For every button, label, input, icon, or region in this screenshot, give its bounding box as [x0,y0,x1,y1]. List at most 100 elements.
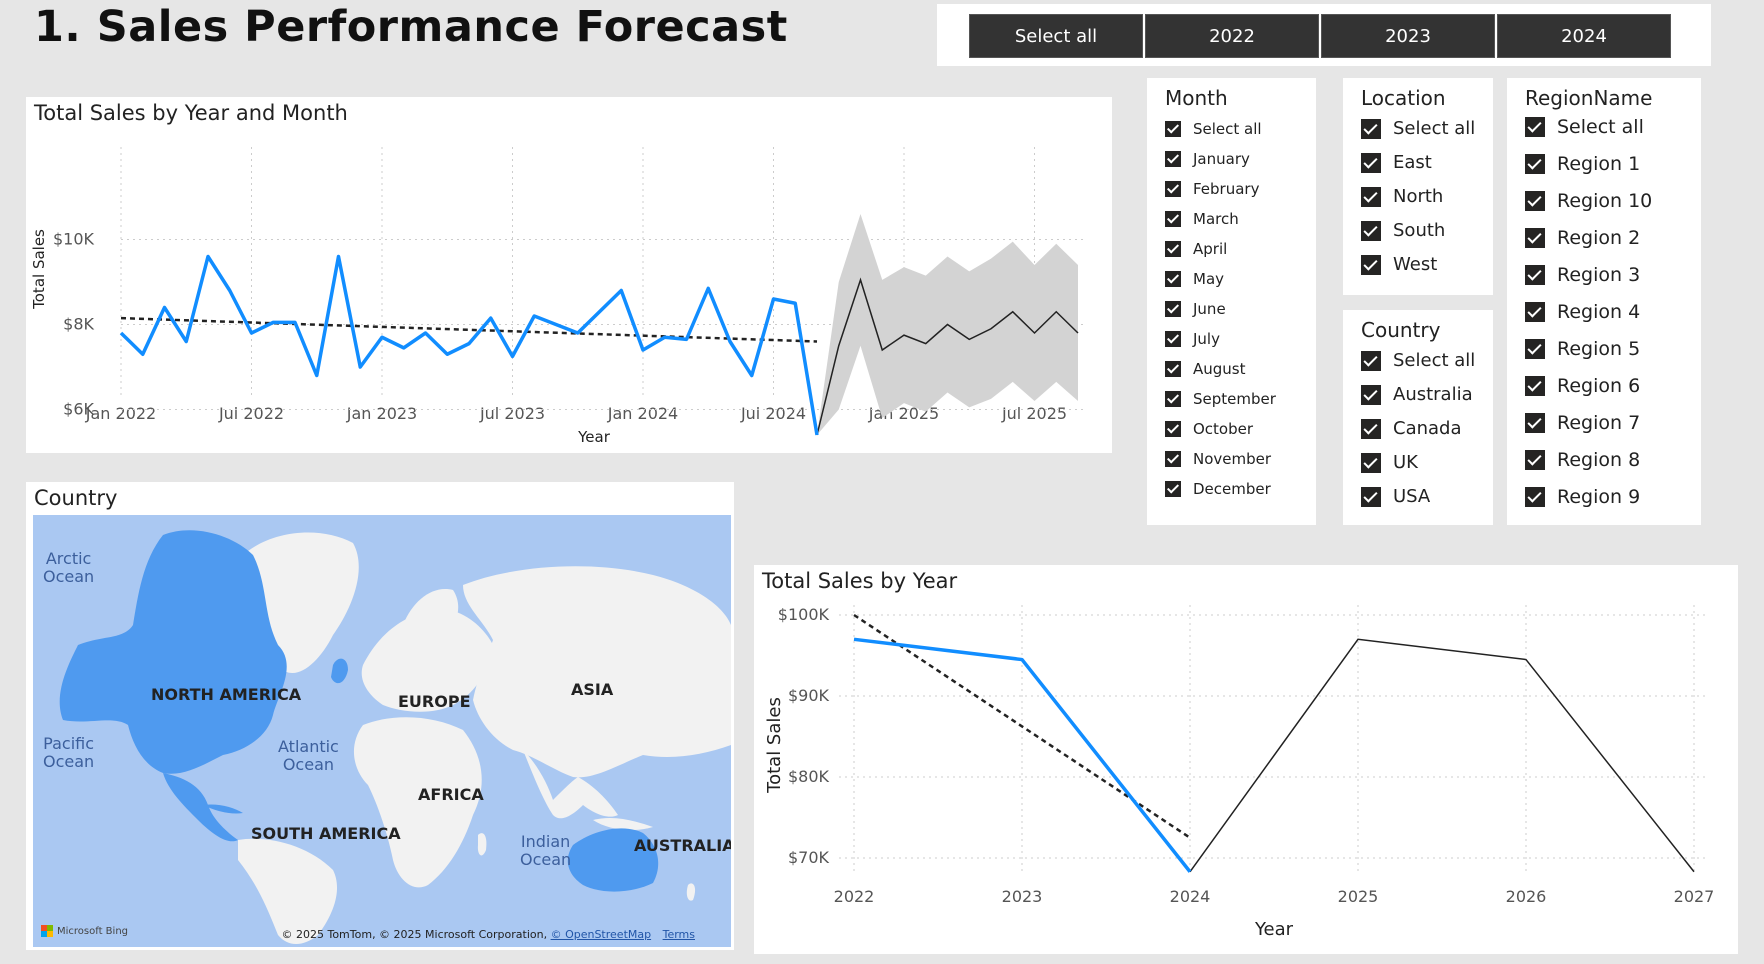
yearly-sales-chart[interactable]: 2022 2023 2024 2025 2026 2027 $70K $80K $90K $100… [754,565,1738,954]
country-slicer-item[interactable]: Canada [1361,418,1462,439]
checkbox-checked-icon[interactable] [1165,361,1181,377]
country-slicer: Country Select all Australia Canada UK USA [1343,310,1493,525]
y-tick-label: $80K [788,767,830,786]
location-slicer-item[interactable]: South [1361,220,1445,241]
checkbox-checked-icon[interactable] [1525,228,1545,248]
checkbox-checked-icon[interactable] [1165,151,1181,167]
checkbox-checked-icon[interactable] [1361,118,1381,139]
checkbox-checked-icon[interactable] [1165,391,1181,407]
region-slicer-item[interactable]: Region 3 [1525,264,1640,286]
checkbox-checked-icon[interactable] [1525,117,1545,137]
location-slicer-item[interactable]: North [1361,186,1443,207]
country-slicer-item[interactable]: UK [1361,452,1418,473]
month-slicer-item[interactable]: December [1165,480,1271,498]
region-slicer-item[interactable]: Region 9 [1525,486,1640,508]
checkbox-checked-icon[interactable] [1525,302,1545,322]
checkbox-checked-icon[interactable] [1525,265,1545,285]
monthly-sales-chart[interactable]: Jan 2022 Jul 2022 Jan 2023 Jul 2023 Jan 2024… [26,97,1112,453]
month-slicer-item[interactable]: July [1165,330,1220,348]
checkbox-checked-icon[interactable] [1165,481,1181,497]
checkbox-checked-icon[interactable] [1361,452,1381,473]
checkbox-checked-icon[interactable] [1165,121,1181,137]
region-slicer-item-label: Region 10 [1557,190,1653,212]
continent-label-south-america: SOUTH AMERICA [251,824,401,843]
ocean-label-atlantic: Atlantic Ocean [278,737,339,774]
month-slicer-item-label: March [1193,210,1239,228]
country-slicer-item[interactable]: Select all [1361,350,1475,371]
month-slicer-item[interactable]: September [1165,390,1276,408]
location-slicer-item[interactable]: East [1361,152,1432,173]
continent-label-north-america: NORTH AMERICA [151,685,302,704]
month-slicer-item-label: September [1193,390,1276,408]
checkbox-checked-icon[interactable] [1165,331,1181,347]
country-map-card: Country Arctic Ocean Pacific Ocean Atlan… [26,482,734,950]
month-slicer-item[interactable]: January [1165,150,1250,168]
checkbox-checked-icon[interactable] [1525,339,1545,359]
month-slicer-item[interactable]: February [1165,180,1259,198]
region-slicer-item[interactable]: Select all [1525,116,1644,138]
region-slicer-item-label: Region 1 [1557,153,1641,175]
y-tick-label: $8K [63,315,94,334]
checkbox-checked-icon[interactable] [1165,271,1181,287]
month-slicer-item[interactable]: Select all [1165,120,1262,138]
month-slicer-item[interactable]: May [1165,270,1224,288]
checkbox-checked-icon[interactable] [1361,220,1381,241]
region-slicer-item[interactable]: Region 8 [1525,449,1640,471]
checkbox-checked-icon[interactable] [1525,487,1545,507]
checkbox-checked-icon[interactable] [1361,350,1381,371]
terms-link[interactable]: Terms [663,928,695,941]
year-button-2024[interactable]: 2024 [1497,14,1671,58]
checkbox-checked-icon[interactable] [1525,413,1545,433]
region-slicer-item[interactable]: Region 6 [1525,375,1640,397]
month-slicer-item[interactable]: August [1165,360,1246,378]
checkbox-checked-icon[interactable] [1165,241,1181,257]
location-slicer-item[interactable]: Select all [1361,118,1475,139]
page-title: 1. Sales Performance Forecast [34,2,788,52]
checkbox-checked-icon[interactable] [1361,486,1381,507]
year-button-2022[interactable]: 2022 [1145,14,1319,58]
month-slicer-item[interactable]: June [1165,300,1226,318]
region-slicer-item[interactable]: Region 7 [1525,412,1640,434]
region-slicer-item-label: Region 9 [1557,486,1641,508]
map-credit-text: © 2025 TomTom, © 2025 Microsoft Corporat… [281,928,551,941]
x-tick-label: 2025 [1338,887,1379,906]
country-slicer-item-label: Select all [1393,350,1476,371]
checkbox-checked-icon[interactable] [1165,301,1181,317]
world-map[interactable]: Arctic Ocean Pacific Ocean Atlantic Ocean I… [33,515,731,947]
region-slicer-item[interactable]: Region 10 [1525,190,1652,212]
checkbox-checked-icon[interactable] [1361,418,1381,439]
region-slicer-item[interactable]: Region 2 [1525,227,1640,249]
country-slicer-item[interactable]: Australia [1361,384,1473,405]
month-slicer-item[interactable]: April [1165,240,1227,258]
region-slicer-item[interactable]: Region 1 [1525,153,1640,175]
year-button-select-all[interactable]: Select all [969,14,1143,58]
month-slicer-item-label: February [1193,180,1260,198]
month-slicer-item[interactable]: November [1165,450,1271,468]
checkbox-checked-icon[interactable] [1165,181,1181,197]
microsoft-logo-icon [41,925,53,937]
month-slicer-item-label: Select all [1193,120,1262,138]
checkbox-checked-icon[interactable] [1525,450,1545,470]
checkbox-checked-icon[interactable] [1525,376,1545,396]
checkbox-checked-icon[interactable] [1361,384,1381,405]
checkbox-checked-icon[interactable] [1165,211,1181,227]
openstreetmap-link[interactable]: © OpenStreetMap [551,928,652,941]
checkbox-checked-icon[interactable] [1165,421,1181,437]
region-slicer-item[interactable]: Region 5 [1525,338,1640,360]
checkbox-checked-icon[interactable] [1165,451,1181,467]
checkbox-checked-icon[interactable] [1361,254,1381,275]
month-slicer-item-label: April [1193,240,1228,258]
checkbox-checked-icon[interactable] [1361,186,1381,207]
month-slicer-item[interactable]: October [1165,420,1253,438]
month-slicer-item[interactable]: March [1165,210,1239,228]
location-slicer-item[interactable]: West [1361,254,1437,275]
year-button-2023[interactable]: 2023 [1321,14,1495,58]
region-slicer-item[interactable]: Region 4 [1525,301,1640,323]
country-slicer-item[interactable]: USA [1361,486,1430,507]
x-tick-label: 2023 [1002,887,1043,906]
checkbox-checked-icon[interactable] [1525,191,1545,211]
month-slicer-title: Month [1165,86,1228,110]
x-axis-title: Year [1254,919,1294,940]
checkbox-checked-icon[interactable] [1361,152,1381,173]
checkbox-checked-icon[interactable] [1525,154,1545,174]
